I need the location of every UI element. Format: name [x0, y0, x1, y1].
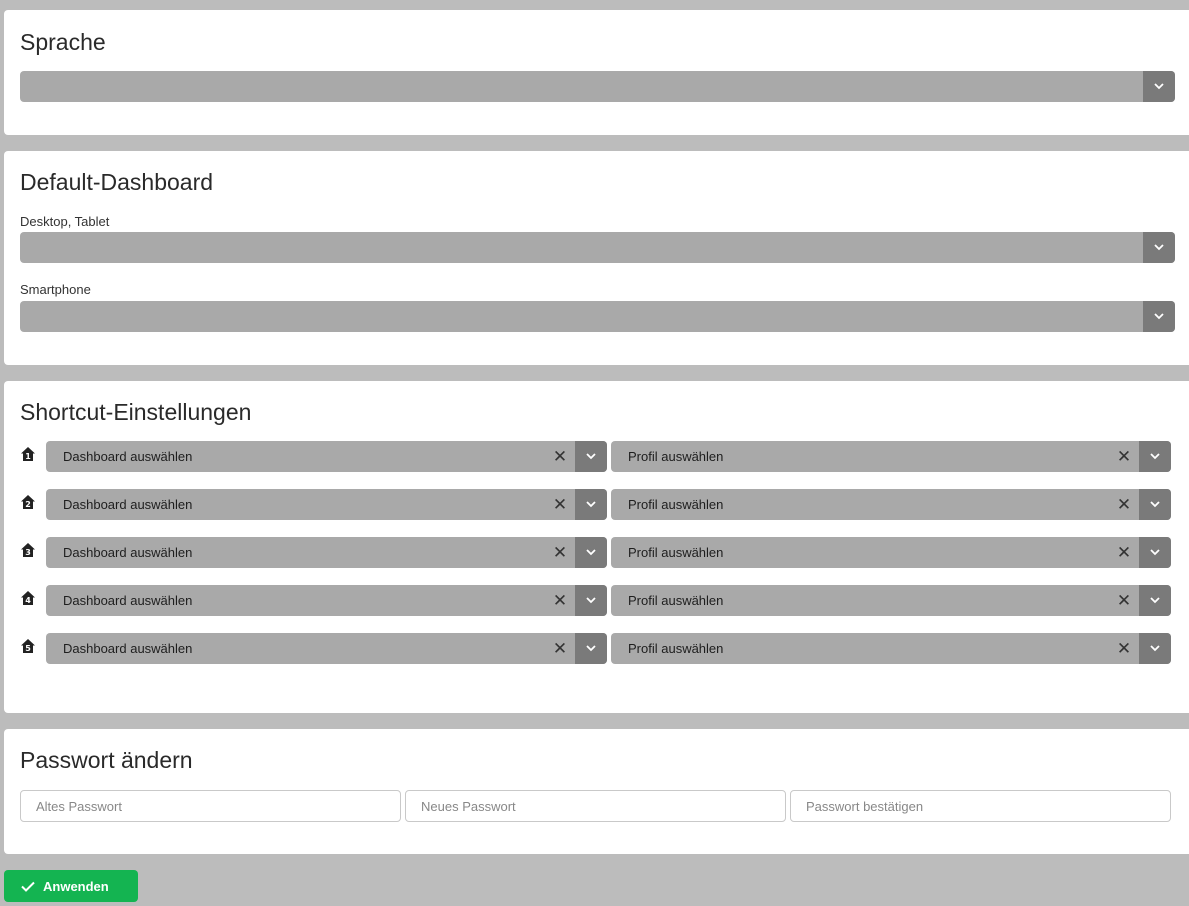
shortcut-dashboard-value: Dashboard auswählen [63, 641, 193, 656]
close-icon[interactable]: ✕ [549, 585, 571, 616]
language-select[interactable] [20, 71, 1175, 102]
svg-text:3: 3 [25, 548, 31, 557]
shortcut-dashboard-value: Dashboard auswählen [63, 545, 193, 560]
shortcut-profile-value: Profil auswählen [628, 593, 724, 608]
chevron-down-icon[interactable] [575, 633, 607, 664]
shortcut-dashboard-select[interactable]: Dashboard auswählen ✕ [46, 489, 607, 520]
home-number-icon: 1 [20, 446, 36, 462]
home-number-icon: 3 [20, 542, 36, 558]
chevron-down-icon[interactable] [1143, 301, 1175, 332]
shortcut-dashboard-select[interactable]: Dashboard auswählen ✕ [46, 633, 607, 664]
desktop-tablet-label: Desktop, Tablet [20, 214, 110, 229]
shortcut-profile-select[interactable]: Profil auswählen ✕ [611, 537, 1171, 568]
old-password-input[interactable] [20, 790, 401, 822]
close-icon[interactable]: ✕ [549, 441, 571, 472]
home-number-icon: 5 [20, 638, 36, 654]
svg-text:1: 1 [25, 452, 31, 461]
chevron-down-icon[interactable] [1139, 489, 1171, 520]
shortcut-profile-select[interactable]: Profil auswählen ✕ [611, 441, 1171, 472]
chevron-down-icon[interactable] [1139, 537, 1171, 568]
shortcut-profile-select[interactable]: Profil auswählen ✕ [611, 585, 1171, 616]
apply-button-label: Anwenden [43, 878, 109, 894]
confirm-password-input[interactable] [790, 790, 1171, 822]
default-dashboard-card: Default-Dashboard Desktop, Tablet Smartp… [4, 151, 1189, 365]
change-password-title: Passwort ändern [20, 747, 193, 773]
close-icon[interactable]: ✕ [1113, 489, 1135, 520]
language-card: Sprache [4, 10, 1189, 135]
close-icon[interactable]: ✕ [549, 489, 571, 520]
check-icon [21, 881, 35, 892]
shortcut-settings-title: Shortcut-Einstellungen [20, 399, 252, 425]
desktop-dashboard-select[interactable] [20, 232, 1175, 263]
chevron-down-icon[interactable] [1139, 633, 1171, 664]
chevron-down-icon[interactable] [1143, 232, 1175, 263]
close-icon[interactable]: ✕ [549, 537, 571, 568]
chevron-down-icon[interactable] [575, 441, 607, 472]
close-icon[interactable]: ✕ [1113, 537, 1135, 568]
chevron-down-icon[interactable] [1143, 71, 1175, 102]
shortcut-profile-value: Profil auswählen [628, 449, 724, 464]
smartphone-dashboard-select[interactable] [20, 301, 1175, 332]
svg-text:2: 2 [25, 500, 31, 509]
close-icon[interactable]: ✕ [1113, 441, 1135, 472]
change-password-card: Passwort ändern [4, 729, 1189, 854]
shortcut-profile-value: Profil auswählen [628, 545, 724, 560]
shortcut-dashboard-select[interactable]: Dashboard auswählen ✕ [46, 585, 607, 616]
svg-text:4: 4 [25, 596, 31, 605]
svg-text:5: 5 [25, 644, 31, 653]
chevron-down-icon[interactable] [1139, 441, 1171, 472]
language-title: Sprache [20, 29, 106, 55]
shortcut-dashboard-value: Dashboard auswählen [63, 449, 193, 464]
close-icon[interactable]: ✕ [1113, 585, 1135, 616]
shortcut-dashboard-select[interactable]: Dashboard auswählen ✕ [46, 441, 607, 472]
chevron-down-icon[interactable] [575, 489, 607, 520]
home-number-icon: 4 [20, 590, 36, 606]
shortcut-profile-select[interactable]: Profil auswählen ✕ [611, 633, 1171, 664]
close-icon[interactable]: ✕ [1113, 633, 1135, 664]
shortcut-dashboard-value: Dashboard auswählen [63, 593, 193, 608]
smartphone-label: Smartphone [20, 282, 91, 297]
apply-button[interactable]: Anwenden [4, 870, 138, 902]
default-dashboard-title: Default-Dashboard [20, 169, 214, 195]
shortcut-dashboard-select[interactable]: Dashboard auswählen ✕ [46, 537, 607, 568]
chevron-down-icon[interactable] [575, 585, 607, 616]
shortcut-profile-value: Profil auswählen [628, 497, 724, 512]
chevron-down-icon[interactable] [575, 537, 607, 568]
new-password-input[interactable] [405, 790, 786, 822]
shortcut-profile-select[interactable]: Profil auswählen ✕ [611, 489, 1171, 520]
shortcut-settings-card: Shortcut-Einstellungen 1 Dashboard auswä… [4, 381, 1189, 713]
close-icon[interactable]: ✕ [549, 633, 571, 664]
home-number-icon: 2 [20, 494, 36, 510]
shortcut-dashboard-value: Dashboard auswählen [63, 497, 193, 512]
chevron-down-icon[interactable] [1139, 585, 1171, 616]
shortcut-profile-value: Profil auswählen [628, 641, 724, 656]
